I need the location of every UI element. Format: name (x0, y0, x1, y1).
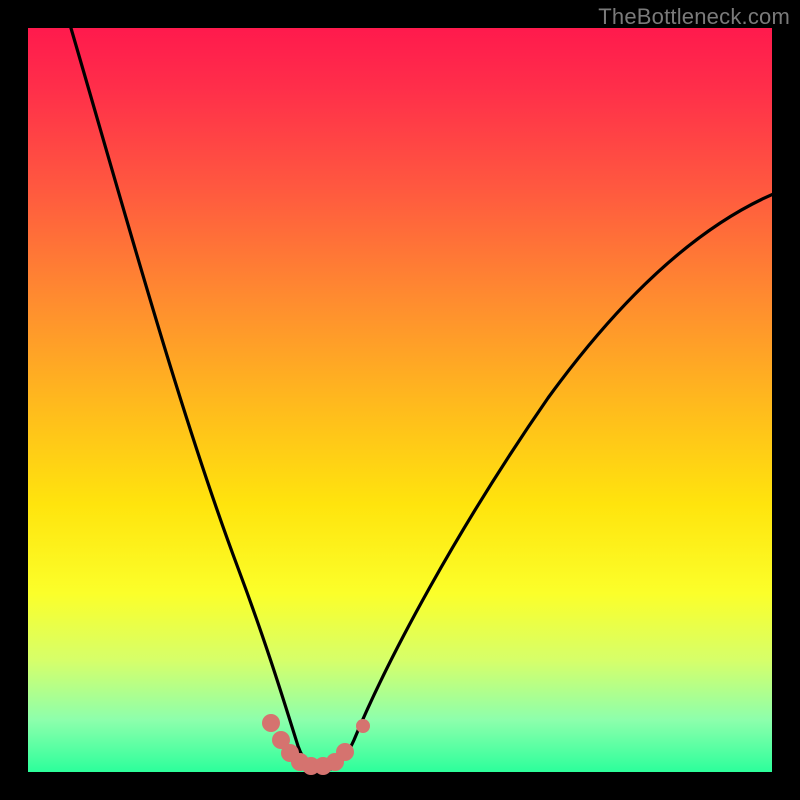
marker-dot (336, 743, 354, 761)
chart-frame: TheBottleneck.com (0, 0, 800, 800)
marker-group (262, 714, 370, 775)
plot-area (28, 28, 772, 772)
curve-layer (28, 28, 772, 772)
watermark-text: TheBottleneck.com (598, 4, 790, 30)
marker-dot (356, 719, 370, 733)
marker-dot (262, 714, 280, 732)
bottleneck-curve (68, 18, 788, 770)
